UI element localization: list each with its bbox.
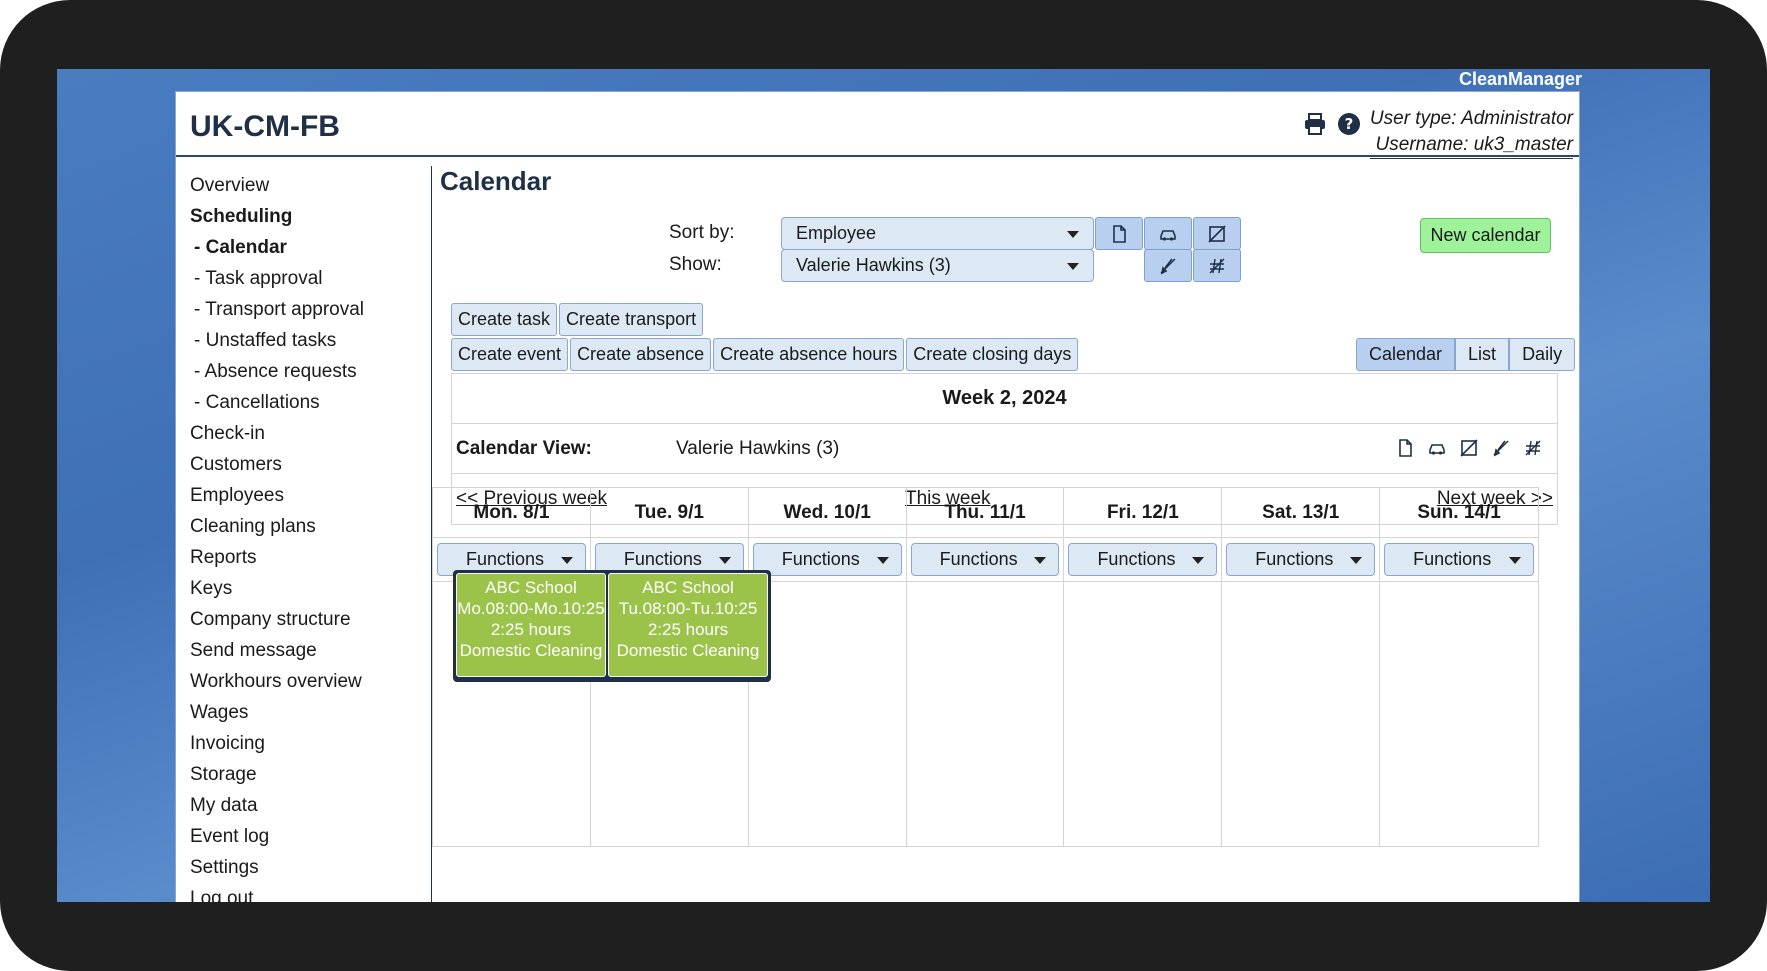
sidebar-item-log-out[interactable]: Log out [190,883,420,902]
sidebar-item-cancellations[interactable]: - Cancellations [190,387,420,418]
screen: CleanManager UK-CM-FB ? User type: Admin… [57,69,1710,902]
sidebar-item-employees[interactable]: Employees [190,480,420,511]
sidebar-item-invoicing[interactable]: Invoicing [190,728,420,759]
functions-dropdown[interactable]: Functions [752,543,902,576]
sidebar-item-settings[interactable]: Settings [190,852,420,883]
day-header: Mon. 8/1 [433,488,590,538]
day-column-sun: Sun. 14/1 Functions [1380,488,1539,846]
chevron-down-icon [560,557,573,564]
sidebar-item-customers[interactable]: Customers [190,449,420,480]
event-card[interactable]: ABC School Tu.08:00-Tu.10:25 2:25 hours … [608,573,768,677]
sidebar-item-unstaffed-tasks[interactable]: - Unstaffed tasks [190,325,420,356]
day-header: Fri. 12/1 [1064,488,1222,538]
sidebar-item-overview[interactable]: Overview [190,170,420,201]
day-column-fri: Fri. 12/1 Functions [1064,488,1223,846]
day-header: Wed. 10/1 [748,488,906,538]
day-header: Sun. 14/1 [1380,488,1539,538]
sidebar-item-keys[interactable]: Keys [190,573,420,604]
event-card[interactable]: ABC School Mo.08:00-Mo.10:25 2:25 hours … [456,573,606,677]
functions-dropdown[interactable]: Functions [1226,543,1376,576]
day-header: Thu. 11/1 [906,488,1064,538]
sidebar-item-company-structure[interactable]: Company structure [190,604,420,635]
site-title: UK-CM-FB [190,110,340,143]
chevron-down-icon [876,557,889,564]
functions-dropdown[interactable]: Functions [1384,543,1535,576]
chevron-down-icon [1509,557,1522,564]
sidebar-item-calendar[interactable]: - Calendar [190,232,420,263]
sidebar-item-my-data[interactable]: My data [190,790,420,821]
sidebar-item-storage[interactable]: Storage [190,759,420,790]
day-column-thu: Thu. 11/1 Functions [906,488,1065,846]
sidebar-item-event-log[interactable]: Event log [190,821,420,852]
day-column-sat: Sat. 13/1 Functions [1222,488,1381,846]
sidebar-item-cleaning-plans[interactable]: Cleaning plans [190,511,420,542]
chevron-down-icon [1350,557,1363,564]
sidebar-item-send-message[interactable]: Send message [190,635,420,666]
device-frame: CleanManager UK-CM-FB ? User type: Admin… [0,0,1767,971]
sidebar-item-check-in[interactable]: Check-in [190,418,420,449]
day-header: Sat. 13/1 [1222,488,1380,538]
chevron-down-icon [718,557,731,564]
day-column-wed: Wed. 10/1 Functions [748,488,907,846]
sidebar-item-scheduling[interactable]: Scheduling [190,201,420,232]
sidebar-item-absence-requests[interactable]: - Absence requests [190,356,420,387]
chevron-down-icon [1192,557,1205,564]
sidebar-item-workhours-overview[interactable]: Workhours overview [190,666,420,697]
sidebar-item-task-approval[interactable]: - Task approval [190,263,420,294]
sidebar-item-reports[interactable]: Reports [190,542,420,573]
day-header: Tue. 9/1 [590,488,748,538]
sidebar: Overview Scheduling - Calendar - Task ap… [190,170,420,902]
chevron-down-icon [1034,557,1047,564]
sidebar-item-transport-approval[interactable]: - Transport approval [190,294,420,325]
functions-dropdown[interactable]: Functions [910,543,1060,576]
sidebar-item-wages[interactable]: Wages [190,697,420,728]
functions-dropdown[interactable]: Functions [1068,543,1218,576]
calendar-grid-area: Mon. 8/1 Functions Tue. 9/1 Functions We… [432,69,1637,902]
